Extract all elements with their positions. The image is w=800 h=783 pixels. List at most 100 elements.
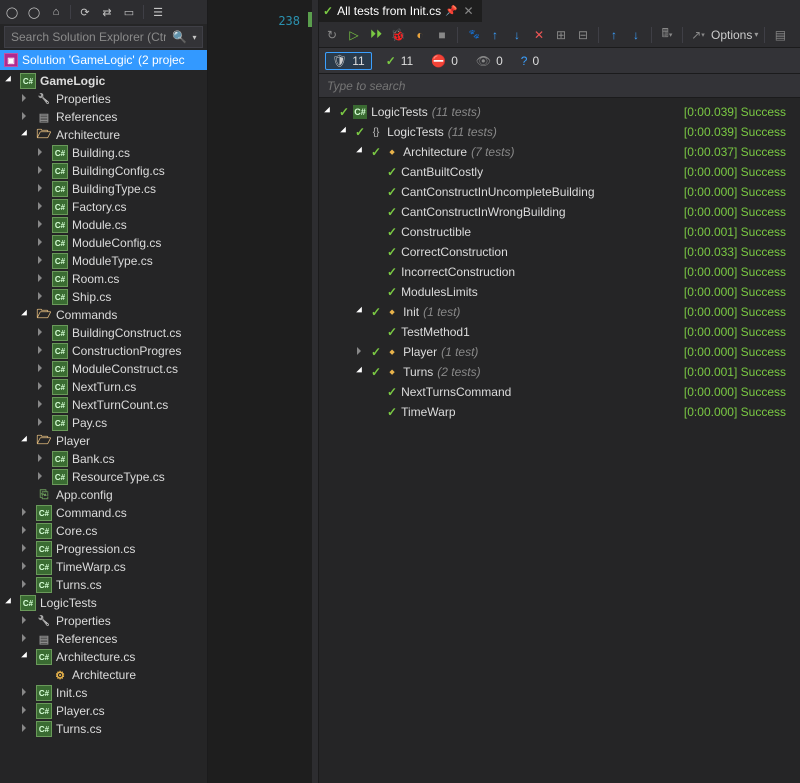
test-item[interactable]: ✓ ModulesLimits [0:00.000] Success [319,282,800,302]
expand-arrow-icon[interactable] [22,724,32,734]
stat-unknown[interactable]: ? 0 [517,52,543,70]
expand-arrow-icon[interactable] [22,652,32,662]
stat-failed[interactable]: ⛔ 0 [427,52,462,70]
test-item[interactable]: ✓ CantConstructInWrongBuilding [0:00.000… [319,202,800,222]
expand-arrow-icon[interactable] [357,347,367,357]
tree-item[interactable]: C# ResourceType.cs [0,468,207,486]
tree-item[interactable]: Player [0,432,207,450]
pin-icon[interactable]: 📌 [445,6,457,17]
test-item[interactable]: ✓ CantConstructInUncompleteBuilding [0:0… [319,182,800,202]
expand-arrow-icon[interactable] [22,526,32,536]
expand-arrow-icon[interactable] [38,328,48,338]
test-group[interactable]: ✓ Player (1 test) [0:00.000] Success [319,342,800,362]
test-tree[interactable]: ✓ C# LogicTests (11 tests) [0:00.039] Su… [319,98,800,783]
tree-item[interactable]: Architecture [0,126,207,144]
tree-item[interactable]: C# NextTurnCount.cs [0,396,207,414]
properties-icon[interactable]: ☰ [150,4,166,20]
tree-item[interactable]: C# Init.cs [0,684,207,702]
rerun-icon[interactable]: ↻ [323,26,341,44]
tree-item[interactable]: C# Pay.cs [0,414,207,432]
tree-item[interactable]: C# ModuleType.cs [0,252,207,270]
expand-arrow-icon[interactable] [38,400,48,410]
tree-item[interactable]: C# NextTurn.cs [0,378,207,396]
remove-icon[interactable]: ✕ [530,26,548,44]
expand-arrow-icon[interactable] [357,367,367,377]
expand-arrow-icon[interactable] [38,184,48,194]
run-all-icon[interactable]: ⏵⏵ [367,26,385,44]
expand-arrow-icon[interactable] [38,238,48,248]
show-all-icon[interactable]: ▭ [121,4,137,20]
expand-arrow-icon[interactable] [38,292,48,302]
layout-icon[interactable]: ▤ [771,26,789,44]
project-node[interactable]: C# LogicTests [0,594,207,612]
test-item[interactable]: ✓ CorrectConstruction [0:00.033] Success [319,242,800,262]
test-item[interactable]: ✓ NextTurnsCommand [0:00.000] Success [319,382,800,402]
test-item[interactable]: ✓ TimeWarp [0:00.000] Success [319,402,800,422]
run-icon[interactable]: ▷ [345,26,363,44]
nav-down-icon[interactable]: ↓ [508,26,526,44]
solution-search[interactable]: 🔍 ▾ [4,26,203,48]
tree-item[interactable]: Properties [0,90,207,108]
test-group[interactable]: ✓ C# LogicTests (11 tests) [0:00.039] Su… [319,102,800,122]
expand-icon[interactable]: ⊞ [552,26,570,44]
expand-arrow-icon[interactable] [38,202,48,212]
nav-up-icon[interactable]: ↑ [486,26,504,44]
expand-arrow-icon[interactable] [6,76,16,86]
tree-item[interactable]: C# Ship.cs [0,288,207,306]
tree-item[interactable]: C# TimeWarp.cs [0,558,207,576]
refresh-icon[interactable]: ⟳ [77,4,93,20]
test-item[interactable]: ✓ IncorrectConstruction [0:00.000] Succe… [319,262,800,282]
tree-item[interactable]: Commands [0,306,207,324]
expand-arrow-icon[interactable] [6,598,16,608]
expand-arrow-icon[interactable] [38,382,48,392]
expand-arrow-icon[interactable] [38,148,48,158]
expand-arrow-icon[interactable] [357,147,367,157]
tree-item[interactable]: References [0,630,207,648]
expand-arrow-icon[interactable] [22,310,32,320]
expand-arrow-icon[interactable] [325,107,335,117]
next-icon[interactable]: ↓ [627,26,645,44]
stat-passed[interactable]: ✓ 11 [382,52,418,70]
expand-arrow-icon[interactable] [22,508,32,518]
expand-arrow-icon[interactable] [22,616,32,626]
test-group[interactable]: ✓ Architecture (7 tests) [0:00.037] Succ… [319,142,800,162]
expand-arrow-icon[interactable] [38,346,48,356]
expand-arrow-icon[interactable] [38,220,48,230]
tree-item[interactable]: C# Architecture.cs [0,648,207,666]
expand-arrow-icon[interactable] [341,127,351,137]
expand-arrow-icon[interactable] [38,454,48,464]
sync-icon[interactable]: ⇄ [99,4,115,20]
options-dropdown[interactable]: Options ▾ [711,28,758,42]
tree-item[interactable]: C# Turns.cs [0,720,207,738]
tree-item[interactable]: C# ModuleConfig.cs [0,234,207,252]
expand-arrow-icon[interactable] [38,364,48,374]
expand-arrow-icon[interactable] [38,418,48,428]
tree-item[interactable]: App.config [0,486,207,504]
collapse-icon[interactable]: ⊟ [574,26,592,44]
test-search[interactable] [319,74,800,98]
project-node[interactable]: C# GameLogic [0,72,207,90]
tree-item[interactable]: C# Player.cs [0,702,207,720]
debug-icon[interactable]: 🐞 [389,26,407,44]
tree-item[interactable]: C# ConstructionProgres [0,342,207,360]
tree-item[interactable]: C# Room.cs [0,270,207,288]
search-icon[interactable]: 🔍 [172,30,187,44]
stat-total[interactable]: 🛡 11 [325,52,372,70]
stat-skipped[interactable]: 👁 0 [472,52,507,70]
test-group[interactable]: ✓ Turns (2 tests) [0:00.001] Success [319,362,800,382]
back-icon[interactable]: ◯ [4,4,20,20]
tree-item[interactable]: Properties [0,612,207,630]
test-group[interactable]: ✓ Init (1 test) [0:00.000] Success [319,302,800,322]
expand-arrow-icon[interactable] [22,580,32,590]
tab-tests[interactable]: ✓ All tests from Init.cs 📌 ✕ [319,0,482,22]
calc-icon[interactable]: 🖩▾ [658,26,676,44]
tree-item[interactable]: C# Core.cs [0,522,207,540]
expand-arrow-icon[interactable] [22,706,32,716]
test-group[interactable]: ✓ LogicTests (11 tests) [0:00.039] Succe… [319,122,800,142]
solution-node[interactable]: ▣ Solution 'GameLogic' (2 projec [0,50,207,70]
expand-arrow-icon[interactable] [22,112,32,122]
prev-icon[interactable]: ↑ [605,26,623,44]
test-search-input[interactable] [319,79,800,93]
tree-item[interactable]: C# BuildingConfig.cs [0,162,207,180]
test-item[interactable]: ✓ CantBuiltCostly [0:00.000] Success [319,162,800,182]
